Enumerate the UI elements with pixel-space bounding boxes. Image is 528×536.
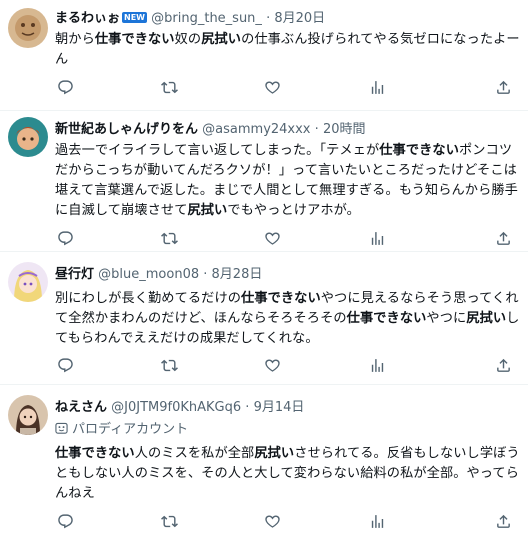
highlight-keyword: 尻拭い	[201, 32, 242, 47]
display-name[interactable]: ねえさん	[55, 400, 107, 415]
tweet[interactable]: まるわぃぉ NEW @bring_the_sun_ · 8月20日 朝から仕事でき…	[0, 0, 528, 110]
avatar[interactable]	[8, 262, 48, 302]
handle[interactable]: @blue_moon08	[98, 267, 199, 282]
like-icon[interactable]	[262, 228, 282, 248]
display-name[interactable]: 昼行灯	[55, 267, 94, 282]
highlight-keyword: 仕事できない	[94, 32, 175, 47]
handle[interactable]: @asammy24xxx	[202, 122, 310, 137]
tweet-text: 別にわしが長く勤めてるだけの仕事できないやつに見えるならそう思ってくれて全然かま…	[55, 289, 520, 349]
text-segment: 奴の	[174, 32, 202, 47]
retweet-icon[interactable]	[159, 228, 179, 248]
parody-label: パロディアカウント	[55, 420, 188, 440]
views-icon[interactable]	[367, 228, 387, 248]
separator-dot: ·	[314, 122, 319, 137]
text-segment: 過去一でイライラして言い返してしまった。「テメェが	[55, 143, 380, 158]
highlight-keyword: 仕事できない	[55, 446, 135, 461]
text-segment: 人のミスを私が全部	[134, 446, 255, 461]
text-segment: でもやっとけアホが。	[227, 203, 360, 218]
separator-dot: ·	[266, 11, 271, 26]
text-segment: やつに	[426, 311, 467, 326]
tweet[interactable]: ねえさん @J0JTM9f0KhAKGq6 · 9月14日 パロディアカウント …	[0, 385, 528, 536]
timestamp[interactable]: 20時間	[323, 122, 366, 137]
separator-dot: ·	[203, 267, 208, 282]
text-segment: 朝から	[55, 32, 95, 47]
share-icon[interactable]	[493, 355, 513, 375]
tweet-text: 過去一でイライラして言い返してしまった。「テメェが仕事できないポンコツだからこっ…	[55, 141, 520, 221]
tweet-header: まるわぃぉ NEW @bring_the_sun_ · 8月20日	[55, 9, 325, 29]
retweet-icon[interactable]	[159, 355, 179, 375]
timestamp[interactable]: 8月20日	[274, 11, 325, 26]
parody-text: パロディアカウント	[72, 422, 189, 437]
retweet-icon[interactable]	[159, 511, 179, 531]
share-icon[interactable]	[493, 77, 513, 97]
handle[interactable]: @bring_the_sun_	[151, 11, 262, 26]
highlight-keyword: 仕事できない	[379, 143, 459, 158]
avatar[interactable]	[8, 117, 48, 157]
views-icon[interactable]	[367, 511, 387, 531]
action-bar	[55, 355, 520, 375]
like-icon[interactable]	[262, 511, 282, 531]
views-icon[interactable]	[367, 355, 387, 375]
avatar[interactable]	[8, 395, 48, 435]
like-icon[interactable]	[262, 77, 282, 97]
views-icon[interactable]	[367, 77, 387, 97]
highlight-keyword: 尻拭い	[187, 203, 228, 218]
separator-dot: ·	[245, 400, 250, 415]
tweet[interactable]: 昼行灯 @blue_moon08 · 8月28日 別にわしが長く勤めてるだけの仕…	[0, 252, 528, 383]
reply-icon[interactable]	[55, 355, 75, 375]
display-name[interactable]: 新世紀あしゃんげりをん	[55, 122, 198, 137]
display-name[interactable]: まるわぃぉ	[55, 11, 120, 26]
reply-icon[interactable]	[55, 511, 75, 531]
timestamp[interactable]: 9月14日	[254, 400, 305, 415]
action-bar	[55, 511, 520, 531]
retweet-icon[interactable]	[159, 77, 179, 97]
avatar[interactable]	[8, 8, 48, 48]
action-bar	[55, 77, 520, 97]
tweet-header: 昼行灯 @blue_moon08 · 8月28日	[55, 265, 262, 285]
action-bar	[55, 228, 520, 248]
tweet-text: 朝から仕事できない奴の尻拭いの仕事ぶん投げられてやる気ゼロになったよーん	[55, 30, 520, 70]
tweet-header: ねえさん @J0JTM9f0KhAKGq6 · 9月14日	[55, 398, 304, 418]
tweet[interactable]: 新世紀あしゃんげりをん @asammy24xxx · 20時間 過去一でイライラ…	[0, 111, 528, 250]
like-icon[interactable]	[262, 355, 282, 375]
handle[interactable]: @J0JTM9f0KhAKGq6	[111, 400, 241, 415]
tweet-text: 仕事できない人のミスを私が全部尻拭いさせられてる。反省もしないし学ぼうともしない…	[55, 444, 520, 504]
share-icon[interactable]	[493, 511, 513, 531]
highlight-keyword: 仕事できない	[241, 291, 321, 306]
timestamp[interactable]: 8月28日	[212, 267, 263, 282]
highlight-keyword: 尻拭い	[466, 311, 507, 326]
new-badge: NEW	[122, 12, 147, 23]
tweet-header: 新世紀あしゃんげりをん @asammy24xxx · 20時間	[55, 120, 365, 140]
highlight-keyword: 尻拭い	[254, 446, 295, 461]
reply-icon[interactable]	[55, 77, 75, 97]
reply-icon[interactable]	[55, 228, 75, 248]
text-segment: 別にわしが長く勤めてるだけの	[55, 291, 242, 306]
share-icon[interactable]	[493, 228, 513, 248]
highlight-keyword: 仕事できない	[346, 311, 427, 326]
parody-mask-icon	[55, 422, 68, 434]
